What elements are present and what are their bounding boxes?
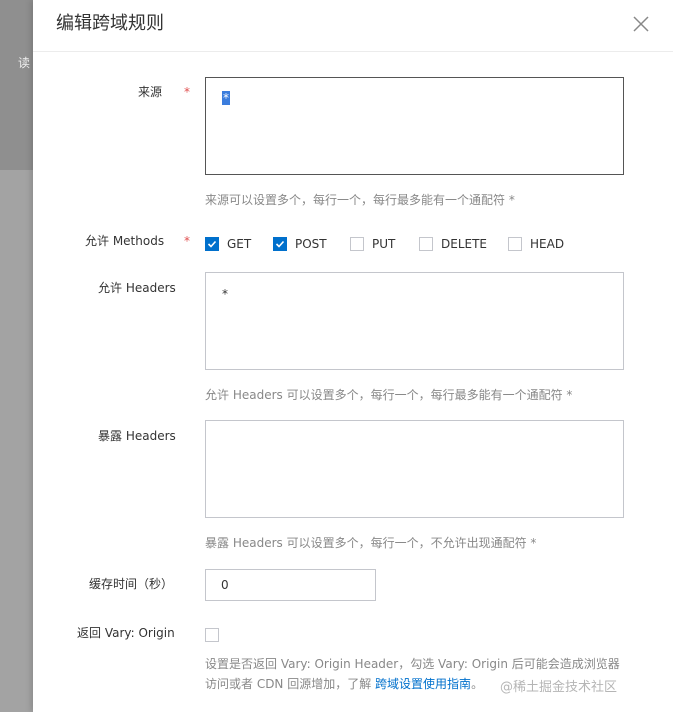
method-checkbox-post[interactable]: POST <box>273 236 327 252</box>
origin-textarea-value: * <box>222 91 230 105</box>
checkbox-checked <box>205 237 219 251</box>
methods-label: 允许 Methods <box>85 234 165 248</box>
origin-hint: 来源可以设置多个，每行一个，每行最多能有一个通配符 * <box>205 193 515 207</box>
method-checkbox-put[interactable]: PUT <box>350 236 395 252</box>
vary-origin-checkbox[interactable] <box>205 628 219 642</box>
origin-textarea[interactable]: * <box>205 77 624 175</box>
hint-text: 。 <box>471 677 484 691</box>
method-label: DELETE <box>441 237 488 251</box>
method-label: PUT <box>372 237 396 251</box>
watermark: @稀土掘金技术社区 <box>500 680 618 695</box>
checkbox-unchecked <box>508 237 522 251</box>
expose-headers-label: 暴露 Headers <box>98 429 176 443</box>
method-checkbox-get[interactable]: GET <box>205 236 251 252</box>
drawer-header: 编辑跨域规则 <box>33 0 673 52</box>
expose-headers-hint: 暴露 Headers 可以设置多个，每行一个，不允许出现通配符 * <box>205 536 537 550</box>
background-text: 读 <box>18 56 31 70</box>
methods-required-mark: * <box>184 234 190 248</box>
origin-label: 来源 <box>138 85 163 99</box>
origin-required-mark: * <box>184 85 190 99</box>
expose-headers-textarea[interactable] <box>205 420 624 518</box>
drawer-title: 编辑跨域规则 <box>56 13 164 34</box>
vary-origin-hint-line1: 设置是否返回 Vary: Origin Header，勾选 Vary: Orig… <box>205 657 620 671</box>
allow-headers-textarea[interactable]: * <box>205 272 624 370</box>
allow-headers-hint: 允许 Headers 可以设置多个，每行一个，每行最多能有一个通配符 * <box>205 388 573 402</box>
close-button[interactable] <box>629 12 653 36</box>
method-label: GET <box>227 237 252 251</box>
allow-headers-label: 允许 Headers <box>98 281 176 295</box>
close-icon <box>633 16 649 32</box>
background-overlay-bottom <box>0 170 33 712</box>
allow-headers-textarea-value: * <box>222 287 228 301</box>
method-checkbox-delete[interactable]: DELETE <box>419 236 487 252</box>
check-icon <box>275 240 285 248</box>
hint-text: 访问或者 CDN 回源增加，了解 <box>205 677 376 691</box>
edit-cors-rule-drawer: 编辑跨域规则 来源 * * 来源可以设置多个，每行一个，每行最多能有一个通配符 … <box>33 0 673 712</box>
background-page: 读 <box>0 0 33 712</box>
background-overlay-top <box>0 0 33 170</box>
checkbox-unchecked <box>419 237 433 251</box>
cache-time-input[interactable]: 0 <box>205 569 376 601</box>
vary-origin-hint-line2: 访问或者 CDN 回源增加，了解 跨域设置使用指南。 <box>205 674 483 694</box>
checkbox-checked <box>273 237 287 251</box>
method-checkbox-head[interactable]: HEAD <box>508 236 564 252</box>
vary-origin-label: 返回 Vary: Origin <box>77 626 175 640</box>
cache-time-label: 缓存时间（秒） <box>89 577 174 591</box>
method-label: POST <box>295 237 327 251</box>
method-label: HEAD <box>530 237 565 251</box>
checkbox-unchecked <box>350 237 364 251</box>
check-icon <box>207 240 217 248</box>
cors-guide-link[interactable]: 跨域设置使用指南 <box>375 677 471 691</box>
